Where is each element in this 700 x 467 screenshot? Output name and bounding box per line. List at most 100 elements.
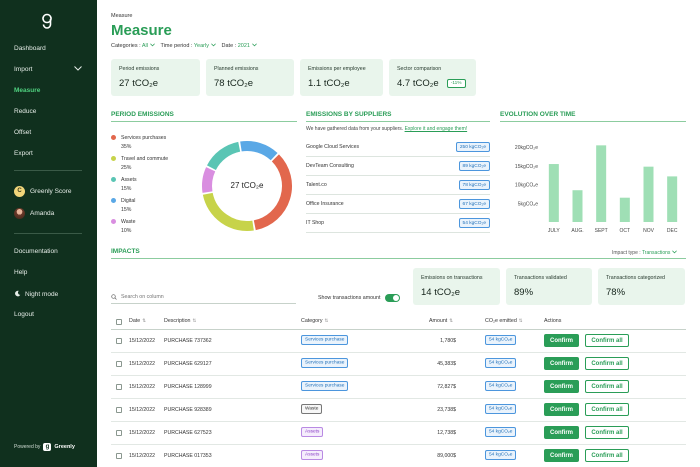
legend-item: Assets 15% [111,176,201,194]
category-tag[interactable]: Services purchase [301,357,349,368]
row-checkbox[interactable] [116,430,122,436]
sort-icon: ⇅ [324,318,329,323]
confirm-button[interactable]: Confirm [544,449,579,462]
greenly-logo-icon[interactable] [41,13,53,29]
confirm-button[interactable]: Confirm [544,334,579,347]
chevron-down-icon[interactable] [74,66,82,71]
cell-date: 15/12/2022 [129,361,155,367]
row-checkbox[interactable] [116,338,122,344]
table-row: 15/12/2022 PURCHASE 128999 Services purc… [111,376,686,399]
supplier-row[interactable]: Google Cloud Services 250 kgCO₂e [306,138,490,157]
filter-label: Categories : [111,43,141,49]
filter-date[interactable]: Date : 2021 [222,43,257,49]
sidebar-item-offset[interactable]: Offset [14,129,31,136]
confirm-all-button[interactable]: Confirm all [585,334,629,347]
confirm-button[interactable]: Confirm [544,403,579,416]
brand-name: Greenly [54,444,75,450]
legend-item: Services purchases 35% [111,134,201,152]
confirm-button[interactable]: Confirm [544,426,579,439]
sidebar-item-help[interactable]: Help [14,269,27,276]
donut-center-label: 27 tCO₂e [231,181,264,190]
bar [667,176,678,222]
sidebar-item-export[interactable]: Export [14,150,33,157]
kpi-value: 4.7 tCO₂e -11% [397,78,468,89]
sidebar-item-documentation[interactable]: Documentation [14,248,58,255]
greenly-score[interactable]: C Greenly Score [14,185,94,197]
confirm-all-button[interactable]: Confirm all [585,403,629,416]
supplier-emission-tag: 78 kgCO₂e [458,180,490,190]
section-divider [111,258,686,259]
confirm-all-button[interactable]: Confirm all [585,449,629,462]
select-all-checkbox[interactable] [116,319,122,325]
filter-categories[interactable]: Categories : All [111,43,155,49]
toggle-label: Show transactions amount [318,295,381,301]
sidebar: Dashboard Import Measure Reduce Offset E… [0,0,97,467]
confirm-button[interactable]: Confirm [544,380,579,393]
sidebar-item-dashboard[interactable]: Dashboard [14,45,46,52]
impact-type-select[interactable]: Impact type : Transactions [612,250,677,256]
show-amount-toggle[interactable] [385,294,401,302]
row-checkbox[interactable] [116,361,122,367]
row-checkbox[interactable] [116,453,122,459]
row-checkbox[interactable] [116,384,122,390]
kpi-label: Period emissions [119,66,160,72]
breadcrumb[interactable]: Measure [111,13,132,19]
confirm-all-button[interactable]: Confirm all [585,426,629,439]
supplier-row[interactable]: Talent.co 78 kgCO₂e [306,176,490,195]
confirm-all-button[interactable]: Confirm all [585,357,629,370]
column-header-description[interactable]: Description ⇅ [164,318,196,324]
sidebar-item-import[interactable]: Import [14,66,32,73]
kpi-label: Planned emissions [214,66,259,72]
legend-pct: 10% [121,228,132,234]
cell-category: Assets [301,426,324,437]
column-header-label: CO₂e emitted [485,318,517,324]
column-header-category[interactable]: Category ⇅ [301,318,328,324]
search-input[interactable] [121,294,271,300]
supplier-name: DevTeam Consulting [306,163,354,169]
x-tick-label: NOV [643,228,655,234]
supplier-row[interactable]: DevTeam Consulting 89 kgCO₂e [306,157,490,176]
filter-bar: Categories : All Time period : Yearly Da… [111,43,257,49]
sidebar-item-logout[interactable]: Logout [14,311,34,318]
category-tag[interactable]: Assets [301,449,324,460]
sidebar-divider [14,233,82,234]
category-tag[interactable]: Services purchase [301,380,349,391]
column-header-date[interactable]: Date ⇅ [129,318,146,324]
sidebar-item-measure[interactable]: Measure [14,87,40,94]
sidebar-item-reduce[interactable]: Reduce [14,108,36,115]
y-tick-label: 5kgCO₂e [518,201,539,207]
user-profile[interactable]: Amanda [14,207,94,219]
chevron-down-icon [251,43,257,47]
chevron-down-icon [671,250,677,254]
score-label: Greenly Score [30,187,72,195]
card-label: Transactions validated [514,275,567,281]
category-tag[interactable]: Assets [301,426,324,437]
greenly-small-logo-icon: g [43,443,52,451]
legend-swatch [111,177,116,182]
cell-amount: 1,780$ [440,338,456,344]
confirm-all-button[interactable]: Confirm all [585,380,629,393]
row-checkbox[interactable] [116,407,122,413]
filter-time-period[interactable]: Time period : Yearly [161,43,216,49]
filter-value: 2021 [237,43,250,49]
category-tag[interactable]: Waste [301,403,323,414]
x-tick-label: OCT [620,228,631,234]
impacts-title: IMPACTS [111,248,140,255]
section-divider [111,121,297,122]
confirm-button[interactable]: Confirm [544,357,579,370]
kpi-value: 1.1 tCO₂e [308,78,350,89]
supplier-row[interactable]: Office Insurance 67 kgCO₂e [306,195,490,214]
category-tag[interactable]: Services purchase [301,334,349,345]
supplier-row[interactable]: IT Shop 54 kgCO₂e [306,214,490,233]
cell-amount: 45,383$ [437,361,456,367]
moon-icon [15,290,21,297]
cell-amount: 89,000$ [437,453,456,459]
night-mode-toggle[interactable]: Night mode [14,290,58,298]
page-title: Measure [111,22,172,39]
cell-date: 15/12/2022 [129,407,155,413]
evolution-bar-chart: 5kgCO₂e 10kgCO₂e 15kgCO₂e 20kgCO₂e JULY AUG. S… [515,145,678,234]
column-header-co2e[interactable]: CO₂e emitted ⇅ [485,318,523,324]
suppliers-explore-link[interactable]: Explore it and engage them! [405,126,468,132]
column-header-amount[interactable]: Amount ⇅ [429,318,453,324]
y-tick-label: 10kgCO₂e [515,183,538,189]
